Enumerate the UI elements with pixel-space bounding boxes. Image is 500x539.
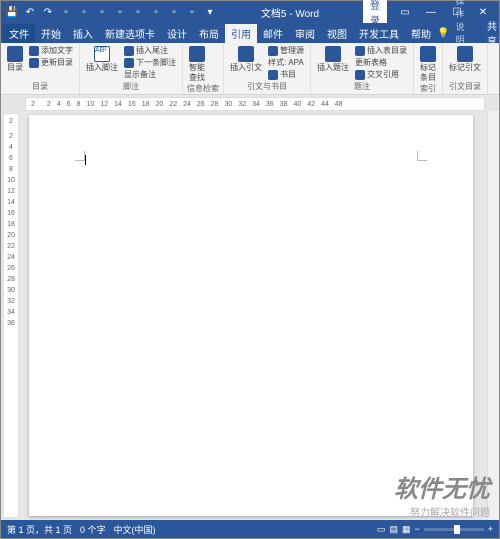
group-label: 题注: [315, 81, 409, 92]
tab-view[interactable]: 视图: [321, 24, 353, 43]
document-area: 224681012141618202224262830323436: [1, 111, 499, 520]
view-web-icon[interactable]: ▦: [402, 524, 411, 535]
group-label: 引文与书目: [228, 81, 306, 92]
tab-file[interactable]: 文件: [3, 24, 35, 43]
horizontal-ruler[interactable]: 2246810121416182022242628303234363840424…: [25, 97, 485, 111]
manage-sources-button[interactable]: 管理源: [266, 45, 306, 57]
tab-review[interactable]: 审阅: [289, 24, 321, 43]
margin-corner-icon: [417, 151, 427, 161]
document-title: 文档5 - Word: [217, 5, 363, 20]
group-research: 智能 查找 信息检索: [183, 43, 224, 94]
qat-icon[interactable]: ▫: [59, 5, 73, 19]
toc-button[interactable]: 目录: [5, 45, 25, 74]
undo-icon[interactable]: ↶: [23, 5, 37, 19]
page-count[interactable]: 第 1 页，共 1 页: [7, 523, 72, 536]
vertical-scrollbar[interactable]: [487, 111, 499, 520]
tab-design[interactable]: 设计: [161, 24, 193, 43]
footnote-icon: AB¹: [94, 46, 110, 62]
vertical-ruler[interactable]: 224681012141618202224262830323436: [3, 113, 19, 518]
qat-icon[interactable]: ▫: [167, 5, 181, 19]
group-label: 引文目录: [447, 81, 483, 92]
view-print-icon[interactable]: ▤: [389, 524, 398, 535]
group-label: 目录: [5, 81, 75, 92]
title-bar: 💾 ↶ ↷ ▫ ▫ ▫ ▫ ▫ ▫ ▫ ▫ ▾ 文档5 - Word 登录 ▭ …: [1, 1, 499, 23]
quick-access-toolbar: 💾 ↶ ↷ ▫ ▫ ▫ ▫ ▫ ▫ ▫ ▫ ▾: [5, 5, 217, 19]
group-toc: 目录 添加文字 更新目录 目录: [1, 43, 80, 94]
insert-citation-button[interactable]: 插入引文: [228, 45, 264, 74]
tof-icon: [355, 46, 365, 56]
zoom-out-icon[interactable]: −: [414, 524, 419, 534]
zoom-slider[interactable]: [424, 528, 484, 531]
mark-citation-button[interactable]: 标记引文: [447, 45, 483, 74]
group-caption: 插入题注 插入表目录 更新表格 交叉引用 题注: [311, 43, 414, 94]
group-label: 脚注: [84, 81, 178, 92]
view-read-icon[interactable]: ▭: [377, 524, 386, 535]
document-page[interactable]: [29, 115, 473, 516]
update-icon: [29, 58, 39, 68]
tab-mailings[interactable]: 邮件: [257, 24, 289, 43]
insert-endnote-button[interactable]: 插入尾注: [122, 45, 178, 57]
status-bar: 第 1 页，共 1 页 0 个字 中文(中国) ▭ ▤ ▦ − +: [1, 520, 499, 538]
ribbon: 目录 添加文字 更新目录 目录 AB¹插入脚注 插入尾注 下一条脚注 显示备注 …: [1, 43, 499, 95]
add-text-button[interactable]: 添加文字: [27, 45, 75, 57]
tab-references[interactable]: 引用: [225, 24, 257, 43]
show-notes-button[interactable]: 显示备注: [122, 69, 178, 81]
search-icon: [189, 46, 205, 62]
add-text-icon: [29, 46, 39, 56]
tab-newtab[interactable]: 新建选项卡: [99, 24, 161, 43]
word-count[interactable]: 0 个字: [80, 523, 106, 536]
insert-tof-button[interactable]: 插入表目录: [353, 45, 409, 57]
cross-ref-button[interactable]: 交叉引用: [353, 69, 409, 81]
menu-bar: 文件 开始 插入 新建选项卡 设计 布局 引用 邮件 审阅 视图 开发工具 帮助…: [1, 23, 499, 43]
update-table-button[interactable]: 更新表格: [353, 57, 409, 69]
qat-dropdown-icon[interactable]: ▾: [203, 5, 217, 19]
qat-icon[interactable]: ▫: [131, 5, 145, 19]
citation-icon: [238, 46, 254, 62]
qat-icon[interactable]: ▫: [185, 5, 199, 19]
next-icon: [124, 58, 134, 68]
insert-footnote-button[interactable]: AB¹插入脚注: [84, 45, 120, 74]
tab-layout[interactable]: 布局: [193, 24, 225, 43]
endnote-icon: [124, 46, 134, 56]
group-label: 信息检索: [187, 83, 219, 94]
toc-icon: [7, 46, 23, 62]
ribbon-display-icon[interactable]: ▭: [393, 7, 417, 18]
mark-cite-icon: [457, 46, 473, 62]
manage-icon: [268, 46, 278, 56]
caption-icon: [325, 46, 341, 62]
save-icon[interactable]: 💾: [5, 5, 19, 19]
style-dropdown[interactable]: 样式:APA: [266, 57, 306, 69]
ruler-area: 2246810121416182022242628303234363840424…: [1, 95, 499, 111]
qat-icon[interactable]: ▫: [77, 5, 91, 19]
biblio-icon: [268, 70, 278, 80]
page-container: [21, 111, 487, 520]
group-toa: 标记引文 引文目录: [443, 43, 488, 94]
mark-icon: [420, 46, 436, 62]
update-toc-button[interactable]: 更新目录: [27, 57, 75, 69]
qat-icon[interactable]: ▫: [113, 5, 127, 19]
group-index: 标记 条目 索引: [414, 43, 443, 94]
tell-me-icon[interactable]: 💡: [437, 28, 449, 39]
tab-developer[interactable]: 开发工具: [353, 24, 405, 43]
group-citation: 插入引文 管理源 样式:APA 书目 引文与书目: [224, 43, 311, 94]
language[interactable]: 中文(中国): [114, 523, 156, 536]
qat-icon[interactable]: ▫: [95, 5, 109, 19]
next-footnote-button[interactable]: 下一条脚注: [122, 57, 178, 69]
crossref-icon: [355, 70, 365, 80]
word-app: 💾 ↶ ↷ ▫ ▫ ▫ ▫ ▫ ▫ ▫ ▫ ▾ 文档5 - Word 登录 ▭ …: [0, 0, 500, 539]
zoom-in-icon[interactable]: +: [488, 524, 493, 534]
group-footnote: AB¹插入脚注 插入尾注 下一条脚注 显示备注 脚注: [80, 43, 183, 94]
qat-icon[interactable]: ▫: [149, 5, 163, 19]
smart-lookup-button[interactable]: 智能 查找: [187, 45, 207, 83]
group-label: 索引: [418, 83, 438, 94]
redo-icon[interactable]: ↷: [41, 5, 55, 19]
tab-insert[interactable]: 插入: [67, 24, 99, 43]
text-cursor: [85, 155, 86, 165]
mark-entry-button[interactable]: 标记 条目: [418, 45, 438, 83]
bibliography-button[interactable]: 书目: [266, 69, 306, 81]
margin-corner-icon: [75, 151, 85, 161]
tab-help[interactable]: 帮助: [405, 24, 437, 43]
tab-home[interactable]: 开始: [35, 24, 67, 43]
insert-caption-button[interactable]: 插入题注: [315, 45, 351, 74]
